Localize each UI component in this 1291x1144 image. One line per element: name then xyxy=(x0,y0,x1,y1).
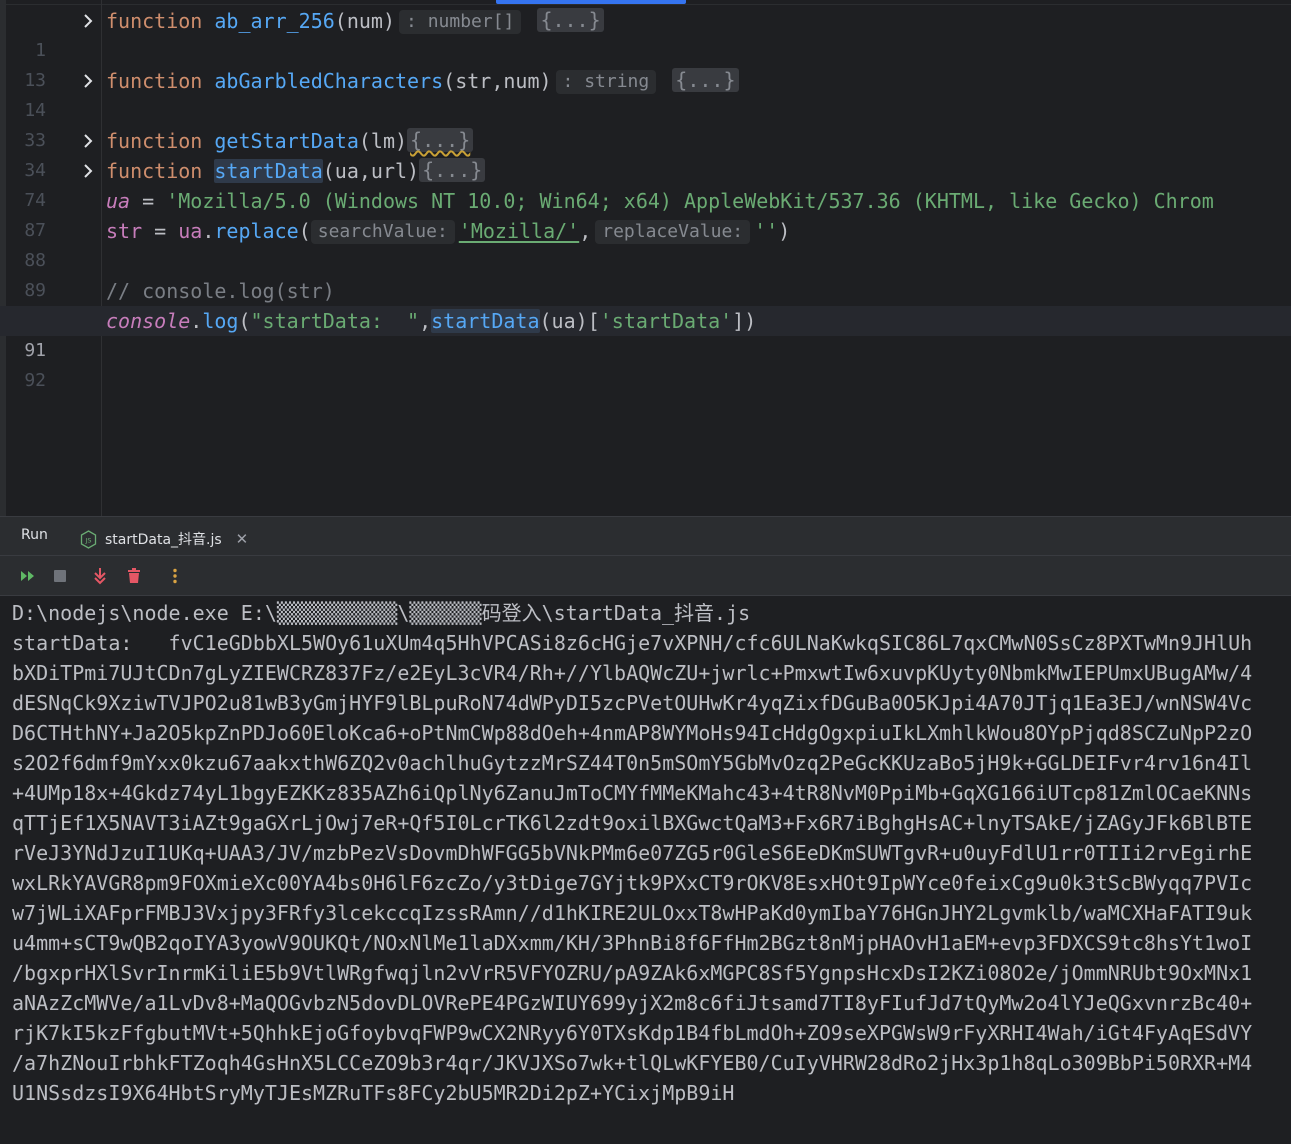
param-hint: searchValue: xyxy=(310,220,455,244)
args: (ua) xyxy=(539,309,588,333)
params: (str,num) xyxy=(443,69,552,93)
more-options-icon[interactable] xyxy=(165,566,185,586)
code-line[interactable]: 87 ua = 'Mozilla/5.0 (Windows NT 10.0; W… xyxy=(0,186,1291,241)
editor-top-border xyxy=(6,4,1291,5)
operator: = xyxy=(130,189,167,213)
console-line: dESNqCk9XziwTVJPO2u81wB3yGmjHYF9lBLpuRoN… xyxy=(12,691,1253,715)
folded-body[interactable]: {...} xyxy=(419,158,486,182)
fold-chevron-icon[interactable] xyxy=(81,74,95,88)
code-line[interactable]: 89 xyxy=(0,246,1291,301)
fold-chevron-icon[interactable] xyxy=(81,134,95,148)
console-line: wxLRkYAVGR8pm9FOXmieXc00YA4bs0H6lF6zcZo/… xyxy=(12,871,1253,895)
string-literal: '' xyxy=(754,219,779,243)
console-output[interactable]: D:\nodejs\node.exe E:\▒▒▒▒▒▒▒▒▒▒\▒▒▒▒▒▒码… xyxy=(0,598,1291,1144)
console-command: D:\nodejs\node.exe E:\▒▒▒▒▒▒▒▒▒▒\▒▒▒▒▒▒码… xyxy=(12,601,751,625)
tab-run-config[interactable]: JS startData_抖音.js ✕ xyxy=(66,521,276,558)
keyword: function xyxy=(106,159,203,183)
type-hint: : number[] xyxy=(399,10,522,34)
code-line[interactable]: 88 str = ua.replace(searchValue: 'Mozilla… xyxy=(0,216,1291,271)
operator: = xyxy=(142,219,179,243)
function-name[interactable]: getStartData xyxy=(214,129,359,153)
scroll-to-end-icon[interactable] xyxy=(90,566,110,586)
code-line[interactable]: 34 function getStartData(lm) {...} xyxy=(0,126,1291,181)
run-title: Run xyxy=(21,527,48,543)
console-line: U1NSsdzsI9X64HbtSryMyTJEsMZRuTFs8FCy2bU5… xyxy=(12,1081,735,1105)
function-name[interactable]: ab_arr_256 xyxy=(214,9,334,33)
fold-chevron-icon[interactable] xyxy=(81,164,95,178)
variable: ua xyxy=(106,189,131,213)
rerun-icon[interactable] xyxy=(18,566,38,586)
string-literal: 'Mozilla/' xyxy=(458,219,580,243)
stop-icon[interactable] xyxy=(50,566,70,586)
clear-all-icon[interactable] xyxy=(124,566,144,586)
folded-body[interactable]: {...} xyxy=(537,8,604,32)
run-tool-window: Run JS startData_抖音.js ✕ D:\nodejs\node.… xyxy=(0,516,1291,1144)
line-number: 92 xyxy=(24,370,46,391)
string-literal: 'startData' xyxy=(599,309,733,333)
code-editor[interactable]: 1 function ab_arr_256(num): number[] {..… xyxy=(0,0,1291,516)
console-line: D6CTHthNY+Ja2O5kpZnPDJo60EloKca6+oPtNmCW… xyxy=(12,721,1253,745)
console-line: /bgxprHXlSvrInrmKiliE5b9VtlWRgfwqjln2vVr… xyxy=(12,961,1253,985)
keyword: function xyxy=(106,9,203,33)
console-line: aNAzZcMWVe/a1LvDv8+MaQOGvbzN5dovDLOVRePE… xyxy=(12,991,1253,1015)
params: (num) xyxy=(334,9,396,33)
keyword: function xyxy=(106,129,203,153)
code-line[interactable]: 74 function startData(ua,url) {...} xyxy=(0,156,1291,211)
console-line: rVeJ3YNdJzuI1UKq+UAA3/JV/mzbPezVsDovmDhW… xyxy=(12,841,1253,865)
console-line: bXDiTPmi7UJtCDn7gLyZIEWCRZ837Fz/e2EyL3cV… xyxy=(12,661,1253,685)
console-line: startData: fvC1eGDbbXL5WOy61uXUm4q5HhVPC… xyxy=(12,631,1253,655)
string-literal: 'Mozilla/5.0 (Windows NT 10.0; Win64; x6… xyxy=(166,189,1214,213)
code-line[interactable]: 90 // console.log(str) xyxy=(0,276,1291,331)
object: ua xyxy=(178,219,203,243)
console-line: qTTjEf1X5NAVT3iAZt9gaGXrLjOwj7eR+Qf5I0Lc… xyxy=(12,811,1253,835)
code-line[interactable]: 1 function ab_arr_256(num): number[] {..… xyxy=(0,6,1291,61)
console-line: rjK7kI5kzFfgbutMVt+5QhhkEjoGfoybvqFWP9wC… xyxy=(12,1021,1253,1045)
type-hint: : string xyxy=(555,70,657,94)
close-icon[interactable]: ✕ xyxy=(236,530,249,548)
folded-body[interactable]: {...} xyxy=(407,128,474,152)
run-tab-bar: Run JS startData_抖音.js ✕ xyxy=(0,516,1291,558)
fold-chevron-icon[interactable] xyxy=(81,14,95,28)
function-call[interactable]: startData xyxy=(431,309,540,333)
code-line-current[interactable]: 91 console.log("startData: ",startData(u… xyxy=(0,306,1291,361)
code-line[interactable]: 14 function abGarbledCharacters(str,num)… xyxy=(0,66,1291,121)
param-hint: replaceValue: xyxy=(595,220,751,244)
params: (lm) xyxy=(358,129,408,153)
code-line[interactable]: 92 xyxy=(0,336,1291,391)
tab-file-label: startData_抖音.js xyxy=(105,532,222,548)
variable: str xyxy=(106,219,143,243)
keyword: function xyxy=(106,69,203,93)
console-line: +4UMp18x+4Gkdz74yL1bgyEZKKz835AZh6iQplNy… xyxy=(12,781,1253,805)
console-line: s2O2f6dmf9mYxx0kzu67aakxthW6ZQ2v0achlhuG… xyxy=(12,751,1253,775)
console-line: /a7hZNouIrbhkFTZoqh4GsHnX5LCCeZO9b3r4qr/… xyxy=(12,1051,1253,1075)
run-toolbar xyxy=(0,556,1291,596)
function-name[interactable]: abGarbledCharacters xyxy=(214,69,443,93)
object: console xyxy=(106,309,191,333)
code-line[interactable]: 33 xyxy=(0,96,1291,151)
params: (ua,url) xyxy=(322,159,420,183)
folded-body[interactable]: {...} xyxy=(672,68,739,92)
method-name: replace xyxy=(214,219,299,243)
string-literal: "startData: " xyxy=(250,309,420,333)
nodejs-icon: JS xyxy=(80,529,97,549)
comment: // console.log(str) xyxy=(106,279,335,303)
console-line: u4mm+sCT9wQB2qoIYA3yowV9OUKQt/NOxNlMe1la… xyxy=(12,931,1253,955)
console-line: w7jWLiXAFprFMBJ3Vxjpy3FRfy3lcekccqIzssRA… xyxy=(12,901,1253,925)
svg-text:JS: JS xyxy=(84,536,91,544)
method-name: log xyxy=(202,309,239,333)
code-line[interactable]: 13 xyxy=(0,36,1291,91)
function-name[interactable]: startData xyxy=(214,159,323,183)
